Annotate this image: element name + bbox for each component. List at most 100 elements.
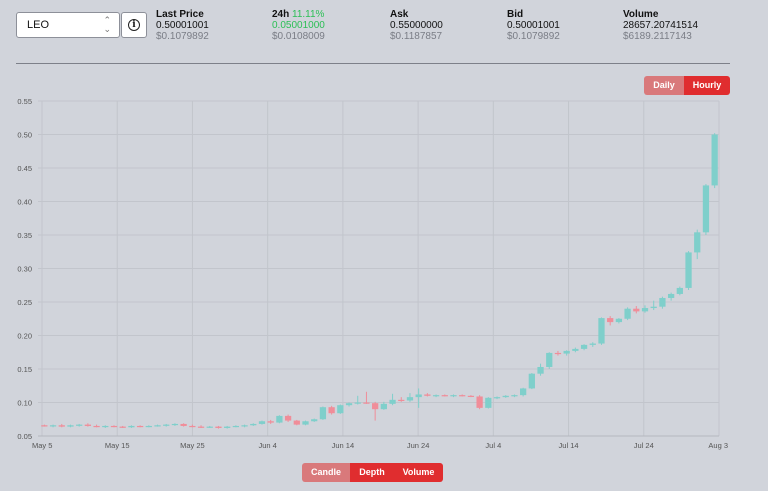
stat-volume: Volume 28657.20741514 $6189.2117143 [623,9,698,42]
stat-label: Last Price [156,9,204,20]
candle[interactable] [589,342,596,347]
candle[interactable] [694,229,701,260]
candle[interactable] [659,296,666,309]
candle[interactable] [345,402,353,407]
candle-body [215,426,222,428]
candle[interactable] [450,394,457,398]
candle[interactable] [676,286,683,296]
candle[interactable] [615,318,623,324]
candle[interactable] [171,423,179,426]
candle[interactable] [354,395,361,405]
candle[interactable] [711,133,718,189]
stat-value: 0.50001001 [156,20,209,31]
candle[interactable] [84,423,92,427]
candle[interactable] [136,425,144,428]
candle[interactable] [432,394,440,398]
candle[interactable] [250,423,257,426]
candle[interactable] [267,419,274,424]
candle[interactable] [702,184,710,235]
candle[interactable] [293,419,300,426]
tab-depth[interactable]: Depth [350,463,394,482]
candle[interactable] [598,317,605,345]
candle-body [49,425,57,427]
candle-body [241,425,248,427]
tab-candle[interactable]: Candle [302,463,350,482]
stat-label: Ask [390,9,409,20]
candles [41,133,718,429]
candle[interactable] [607,316,614,326]
candle[interactable] [641,305,649,313]
candle[interactable] [546,352,553,369]
candle[interactable] [424,393,431,397]
candle[interactable] [145,425,152,428]
candle[interactable] [572,347,579,353]
candle[interactable] [258,420,266,425]
candle[interactable] [102,425,109,428]
candle[interactable] [189,424,196,428]
candle[interactable] [241,424,248,428]
candle[interactable] [302,420,309,426]
candle[interactable] [110,425,118,428]
candle[interactable] [520,387,527,397]
candle[interactable] [511,394,518,398]
candle[interactable] [128,425,135,428]
y-tick-label: 0.15 [17,365,32,374]
candle[interactable] [180,423,187,427]
candle[interactable] [685,251,692,290]
candle[interactable] [197,425,205,428]
candle[interactable] [441,394,448,397]
candle[interactable] [554,350,562,356]
candle[interactable] [493,396,501,400]
candle[interactable] [624,307,631,321]
candle[interactable] [49,424,57,428]
candle[interactable] [537,363,544,376]
candle[interactable] [119,425,126,428]
candle[interactable] [284,414,292,422]
candle[interactable] [467,395,475,398]
candle[interactable] [667,292,675,301]
candle[interactable] [337,404,344,414]
candle[interactable] [328,405,335,415]
info-icon: i [128,19,140,31]
candle-body [110,425,118,428]
candle[interactable] [372,401,379,421]
candle[interactable] [93,424,100,428]
tab-volume[interactable]: Volume [394,463,443,482]
candle[interactable] [311,418,318,422]
candle[interactable] [406,393,414,402]
candle-body [328,407,335,414]
candle[interactable] [76,423,83,427]
candle-body [136,425,144,428]
chart-type-tabs: Candle Depth Volume [302,463,443,482]
candle[interactable] [415,388,422,408]
info-button[interactable]: i [121,12,147,38]
candle[interactable] [528,373,535,390]
candle-body [607,318,614,323]
candle[interactable] [163,423,170,427]
candle[interactable] [633,306,640,314]
market-selector[interactable]: LEO ⌃ ⌄ [16,12,120,38]
x-tick-label: May 15 [105,441,130,450]
candle[interactable] [206,425,213,428]
candle[interactable] [276,415,283,424]
candlestick-chart[interactable]: 0.05 0.10 0.15 0.20 0.25 0.30 0.35 0.40 0.45 0.50… [0,92,768,458]
candle[interactable] [485,397,492,409]
candle[interactable] [398,397,405,402]
candle[interactable] [67,424,74,428]
candle[interactable] [580,344,588,351]
candle[interactable] [380,401,387,410]
candle[interactable] [224,425,231,429]
candle-body [406,397,414,401]
candle[interactable] [476,395,483,410]
candle[interactable] [389,393,396,406]
candle[interactable] [502,395,509,398]
candle[interactable] [154,424,161,427]
y-tick-label: 0.30 [17,265,32,274]
candle[interactable] [459,394,466,397]
y-tick-label: 0.25 [17,298,32,307]
candle[interactable] [215,425,222,429]
candle[interactable] [232,425,239,428]
candle[interactable] [319,406,327,420]
candle[interactable] [58,423,65,428]
y-tick-label: 0.35 [17,231,32,240]
